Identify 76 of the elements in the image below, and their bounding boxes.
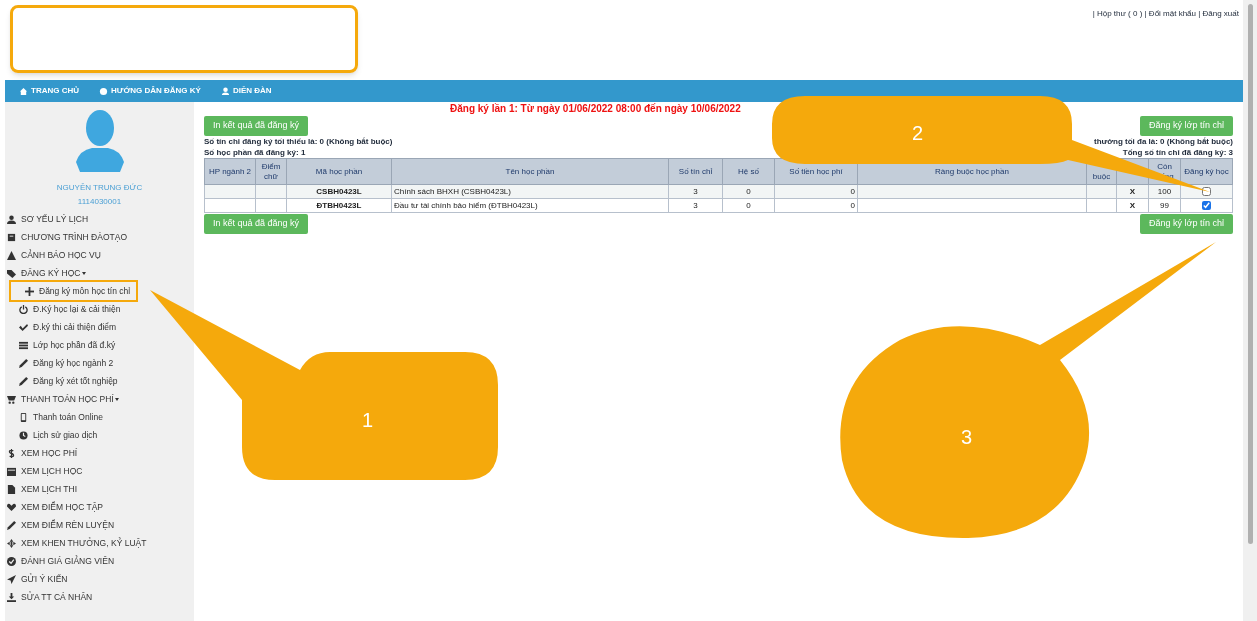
sidebar-subitem[interactable]: Đ.Ký học lại & cải thiện [5,300,127,318]
sidebar-item[interactable]: XEM LỊCH HỌC [5,462,194,480]
clock-icon [19,430,28,440]
column-header: Tên học phần [391,158,669,185]
table-cell: Chính sách BHXH (CSBH0423L) [391,184,669,199]
tag-icon [7,268,16,278]
info-text: Số tín chỉ đăng ký tối thiểu là: 0 (Không bắt buộc) [204,136,393,147]
list-icon [19,340,28,350]
table-cell: 0 [722,184,775,199]
sidebar-item[interactable]: ĐĂNG KÝ HỌC [5,264,194,282]
registration-notice: Đăng ký lần 1: Từ ngày 01/06/2022 08:00 đến ngày 10/06/2022 [449,102,742,116]
table-cell: ĐTBH0423L [286,198,392,213]
move-icon [7,538,16,548]
file-icon [7,484,16,494]
sidebar-subitem[interactable]: Thanh toán Online [5,408,109,426]
callout-number: 3 [961,425,973,450]
sidebar-item[interactable]: XEM HỌC PHÍ [5,444,194,462]
info-text: thưởng tối đa là: 0 (Không bắt buộc) [1093,136,1233,147]
table-cell: 3 [668,198,723,213]
table-cell: 3 [668,184,723,199]
sidebar-item[interactable]: XEM KHEN THƯỞNG, KỶ LUẬT [5,534,194,552]
callout-number: 2 [912,121,924,146]
nav-icon [19,86,28,96]
info-text: Số học phần đã đăng ký: 1 [204,147,307,158]
sidebar-item[interactable]: CHƯƠNG TRÌNH ĐÀOTẠO [5,228,194,246]
sidebar-subitem[interactable]: Lịch sử giao dịch [5,426,104,444]
sidebar-item[interactable]: THANH TOÁN HỌC PHÍ [5,390,194,408]
sidebar-subitem[interactable]: Lớp học phần đã đ.ký [5,336,122,354]
plus-icon [25,286,34,296]
column-header: HP ngành 2 [204,158,256,185]
send-icon [7,574,16,584]
pencil-icon [7,520,16,530]
table-cell: X [1116,184,1149,199]
sidebar-subitem[interactable]: Đăng ký xét tốt nghiệp [5,372,124,390]
person-icon [7,214,16,224]
nav-icon [99,86,108,96]
register-checkbox[interactable] [1202,186,1211,196]
column-header: Hệ số [722,158,775,185]
cart-icon [7,394,16,404]
register-checkbox[interactable] [1202,200,1211,210]
table-cell: 0 [774,184,858,199]
dollar-icon [7,448,16,458]
phone-icon [19,412,28,422]
column-header: Số tín chỉ [668,158,723,185]
sidebar-item[interactable]: XEM ĐIỂM HỌC TẬP [5,498,194,516]
scrollbar[interactable] [1243,0,1257,621]
account-links[interactable]: | Hộp thư ( 0 ) | Đổi mật khẩu | Đăng xuất [1092,9,1239,18]
warning-icon [7,250,16,260]
table-cell: CSBH0423L [286,184,392,199]
heart-icon [7,502,16,512]
sidebar-item[interactable]: XEM ĐIỂM RÈN LUYỆN [5,516,194,534]
sidebar-item[interactable]: CẢNH BÁO HỌC VỤ [5,246,194,264]
sidebar-item[interactable]: XEM LỊCH THI [5,480,194,498]
table-cell: 0 [722,198,775,213]
download-icon [7,592,16,602]
sidebar-subitem[interactable]: Đ.ký thi cải thiện điểm [5,318,123,336]
sidebar-item[interactable]: SƠ YẾU LÝ LỊCH [5,210,194,228]
sidebar-item[interactable]: SỬA TT CÁ NHÂN [5,588,194,606]
column-header: Mã học phần [286,158,392,185]
table-cell: X [1116,198,1149,213]
power-icon [19,304,28,314]
sidebar-subitem[interactable]: Đăng ký học ngành 2 [5,354,120,372]
table-cell: 99 [1148,198,1181,213]
check-icon [19,322,28,332]
table-cell: Đầu tư tài chính bảo hiểm (ĐTBH0423L) [391,198,669,213]
column-header: Đăng ký học [1180,158,1233,185]
column-header: Điểm chữ [255,158,287,185]
sidebar-subitem[interactable]: Đăng ký môn học tín chỉ [11,282,137,300]
sidebar-item[interactable]: GỬI Ý KIẾN [5,570,194,588]
sidebar-item[interactable]: ĐÁNH GIÁ GIẢNG VIÊN [5,552,194,570]
table-cell: 0 [774,198,858,213]
student-id: 1114030001 [77,196,122,208]
callout-number: 1 [362,408,374,433]
student-name: NGUYỄN TRUNG ĐỨC [56,182,143,194]
info-text: Tổng số tín chỉ đã đăng ký: 3 [1122,147,1233,158]
nav-icon [220,86,230,96]
